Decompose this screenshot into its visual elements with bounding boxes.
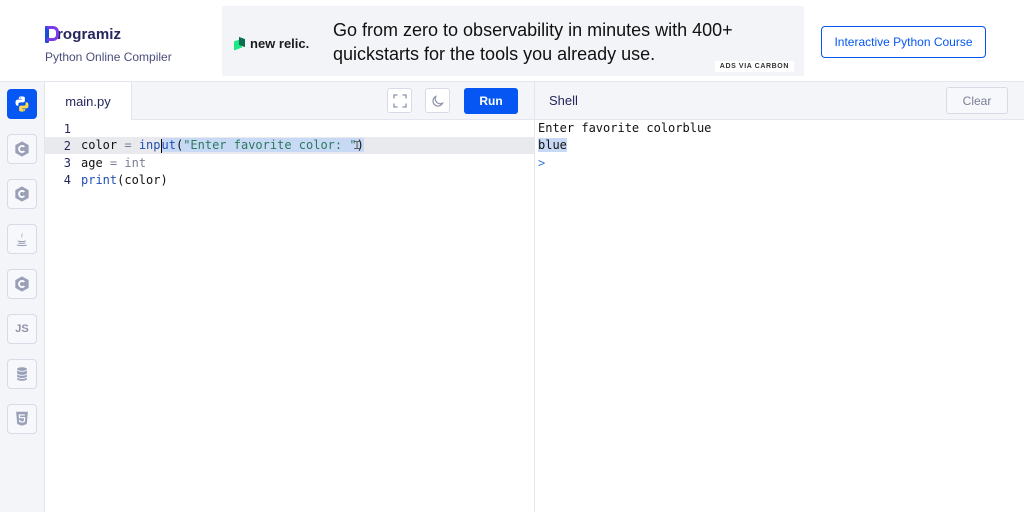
code-token-string-selected: "Enter favorite color: " [183, 138, 357, 153]
brand-subtitle: Python Online Compiler [45, 50, 172, 64]
line-number: 2 [63, 138, 71, 153]
tab-main-py[interactable]: main.py [45, 82, 132, 120]
code-text[interactable]: print(color) [81, 173, 168, 187]
code-line-3: 3 age = int [45, 154, 534, 171]
ad-banner[interactable]: new relic. Go from zero to observability… [222, 6, 804, 76]
ibeam-cursor-icon: Ɪ [354, 139, 361, 152]
language-sidebar: JS [0, 82, 45, 512]
shell-title: Shell [549, 93, 578, 108]
shell-toolbar: Shell Clear [535, 82, 1024, 120]
js-icon: JS [15, 323, 29, 335]
ad-logo: new relic. [234, 36, 309, 51]
code-token: color [81, 138, 125, 153]
fullscreen-icon [392, 93, 407, 108]
new-relic-icon [234, 38, 246, 50]
html5-icon [16, 411, 28, 426]
ad-brand: new relic. [250, 36, 310, 51]
editor-toolbar: main.py Run [45, 82, 534, 120]
sidebar-item-cpp[interactable] [7, 179, 37, 209]
line-number: 1 [63, 121, 71, 136]
line-number: 3 [63, 155, 71, 170]
ad-via-carbon[interactable]: ADS VIA CARBON [714, 61, 794, 72]
brand[interactable]: rogramiz Python Online Compiler [45, 24, 172, 64]
brand-name: rogramiz [57, 25, 122, 43]
csharp-icon [15, 276, 29, 292]
code-line-2: 2 color = input("Enter favorite color: "… [45, 137, 534, 154]
python-icon [15, 96, 29, 112]
shell-prompt-symbol: > [538, 156, 546, 170]
line-number: 4 [63, 172, 71, 187]
sidebar-item-html[interactable] [7, 404, 37, 434]
fullscreen-button[interactable] [387, 88, 412, 113]
code-text[interactable]: age = int [81, 156, 146, 170]
ad-text[interactable]: Go from zero to observability in minutes… [333, 18, 733, 66]
java-icon [16, 231, 28, 247]
dark-mode-button[interactable] [425, 88, 450, 113]
sidebar-item-c[interactable] [7, 134, 37, 164]
code-text[interactable]: color = input("Enter favorite color: ") [81, 138, 364, 153]
clear-button[interactable]: Clear [946, 87, 1008, 114]
c-icon [15, 141, 29, 157]
header: rogramiz Python Online Compiler new reli… [0, 0, 1024, 82]
code-token-function: print [81, 172, 118, 187]
moon-icon [431, 94, 444, 107]
code-token: age [81, 155, 110, 170]
sidebar-item-javascript[interactable]: JS [7, 314, 37, 344]
shell-line: Enter favorite colorblue [538, 120, 711, 137]
code-line-4: 4 print(color) [45, 171, 534, 188]
database-icon [16, 367, 28, 381]
shell-output[interactable]: Enter favorite colorblue blue > [535, 120, 1024, 512]
interactive-python-course-button[interactable]: Interactive Python Course [821, 26, 986, 58]
programiz-logo-mark-icon [45, 25, 59, 43]
run-button[interactable]: Run [464, 88, 518, 114]
shell-line-text: Enter favorite colorblue [538, 121, 712, 135]
code-editor[interactable]: 1 2 color = input("Enter favorite color:… [45, 120, 534, 512]
shell-line-text-selected: blue [538, 138, 567, 152]
code-token-function-selected: ut [161, 138, 176, 153]
cpp-icon [15, 186, 29, 202]
sidebar-item-sql[interactable] [7, 359, 37, 389]
sidebar-item-python[interactable] [7, 89, 37, 119]
code-token-builtin: int [117, 155, 147, 170]
programiz-logo: rogramiz [45, 24, 172, 44]
code-token: (color) [117, 172, 168, 187]
shell-prompt[interactable]: > [538, 155, 545, 172]
code-token-operator: = [124, 138, 132, 153]
shell-line: blue [538, 137, 567, 154]
sidebar-item-java[interactable] [7, 224, 37, 254]
code-token-function: inp [131, 138, 161, 153]
code-line-1: 1 [45, 120, 534, 137]
sidebar-item-csharp[interactable] [7, 269, 37, 299]
